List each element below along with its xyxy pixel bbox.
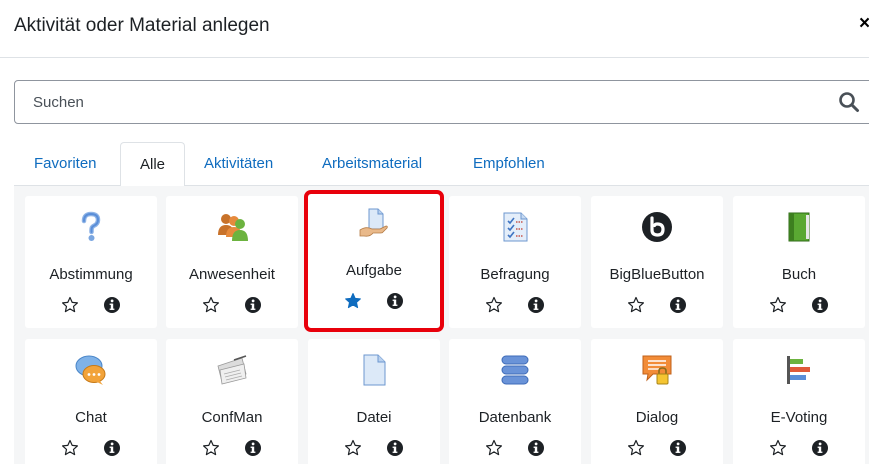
info-icon[interactable]: [244, 296, 262, 314]
star-outline-icon[interactable]: [202, 439, 220, 457]
star-outline-icon[interactable]: [485, 439, 503, 457]
module-card-confman[interactable]: ConfMan: [166, 339, 298, 464]
module-card-buch[interactable]: Buch: [733, 196, 865, 328]
module-label: Datenbank: [478, 409, 552, 426]
star-outline-icon[interactable]: [344, 439, 362, 457]
close-button[interactable]: ×: [859, 14, 869, 33]
card-actions: [166, 296, 298, 316]
module-label: Buch: [781, 266, 817, 283]
card-actions: [166, 439, 298, 459]
module-card-dialog[interactable]: Dialog: [591, 339, 723, 464]
card-actions: [591, 296, 723, 316]
info-icon[interactable]: [103, 439, 121, 457]
question-mark-icon: [81, 211, 101, 241]
bar-chart-icon: [787, 356, 810, 384]
star-outline-icon[interactable]: [627, 439, 645, 457]
card-actions: [449, 439, 581, 459]
module-label: Dialog: [635, 409, 679, 426]
hand-document-icon: [359, 208, 388, 237]
chat-bubbles-icon: [75, 355, 106, 385]
people-group-icon: [218, 214, 248, 241]
star-filled-icon[interactable]: [344, 292, 362, 310]
star-outline-icon[interactable]: [61, 439, 79, 457]
search-icon[interactable]: [837, 90, 861, 114]
card-actions: [733, 296, 865, 316]
card-actions: [591, 439, 723, 459]
dialog-lock-icon: [642, 355, 672, 385]
star-outline-icon[interactable]: [627, 296, 645, 314]
module-card-aufgabe[interactable]: Aufgabe: [304, 190, 444, 332]
info-icon[interactable]: [386, 439, 404, 457]
modal-header: Aktivität oder Material anlegen ×: [0, 0, 869, 58]
module-label: Befragung: [480, 266, 550, 283]
tab-bar: Favoriten Alle Aktivitäten Arbeitsmateri…: [14, 142, 869, 187]
book-icon: [788, 212, 810, 242]
tab-favoriten[interactable]: Favoriten: [34, 142, 97, 186]
module-card-abstimmung[interactable]: Abstimmung: [25, 196, 157, 328]
module-label: BigBlueButton: [609, 266, 705, 283]
info-icon[interactable]: [811, 439, 829, 457]
checklist-icon: [503, 212, 528, 242]
tab-alle[interactable]: Alle: [120, 142, 185, 187]
module-label: E-Voting: [770, 409, 828, 426]
papers-icon: [217, 355, 247, 385]
module-label: Aufgabe: [346, 262, 402, 279]
tab-empfohlen[interactable]: Empfohlen: [473, 142, 545, 186]
star-outline-icon[interactable]: [202, 296, 220, 314]
modal-title: Aktivität oder Material anlegen: [14, 15, 270, 36]
info-icon[interactable]: [811, 296, 829, 314]
file-icon: [363, 354, 386, 386]
module-card-e-voting[interactable]: E-Voting: [733, 339, 865, 464]
database-icon: [501, 355, 529, 385]
module-label: Datei: [356, 409, 392, 426]
bigbluebutton-logo-icon: [642, 212, 672, 242]
module-card-datenbank[interactable]: Datenbank: [449, 339, 581, 464]
tab-aktivitaeten[interactable]: Aktivitäten: [204, 142, 273, 186]
card-actions: [308, 292, 440, 312]
info-icon[interactable]: [669, 296, 687, 314]
card-actions: [25, 296, 157, 316]
star-outline-icon[interactable]: [485, 296, 503, 314]
module-label: Chat: [75, 409, 107, 426]
module-label: Abstimmung: [49, 266, 133, 283]
module-label: Anwesenheit: [189, 266, 275, 283]
module-card-anwesenheit[interactable]: Anwesenheit: [166, 196, 298, 328]
info-icon[interactable]: [386, 292, 404, 310]
star-outline-icon[interactable]: [61, 296, 79, 314]
card-actions: [733, 439, 865, 459]
info-icon[interactable]: [669, 439, 687, 457]
module-card-datei[interactable]: Datei: [308, 339, 440, 464]
info-icon[interactable]: [103, 296, 121, 314]
module-card-bigbluebutton[interactable]: BigBlueButton: [591, 196, 723, 328]
info-icon[interactable]: [527, 296, 545, 314]
info-icon[interactable]: [244, 439, 262, 457]
search-box: [14, 80, 869, 124]
tab-arbeitsmaterial[interactable]: Arbeitsmaterial: [322, 142, 422, 186]
module-label: ConfMan: [201, 409, 263, 426]
card-actions: [449, 296, 581, 316]
star-outline-icon[interactable]: [769, 439, 787, 457]
module-card-chat[interactable]: Chat: [25, 339, 157, 464]
info-icon[interactable]: [527, 439, 545, 457]
card-actions: [25, 439, 157, 459]
search-input[interactable]: [16, 82, 816, 122]
card-actions: [308, 439, 440, 459]
module-card-befragung[interactable]: Befragung: [449, 196, 581, 328]
star-outline-icon[interactable]: [769, 296, 787, 314]
